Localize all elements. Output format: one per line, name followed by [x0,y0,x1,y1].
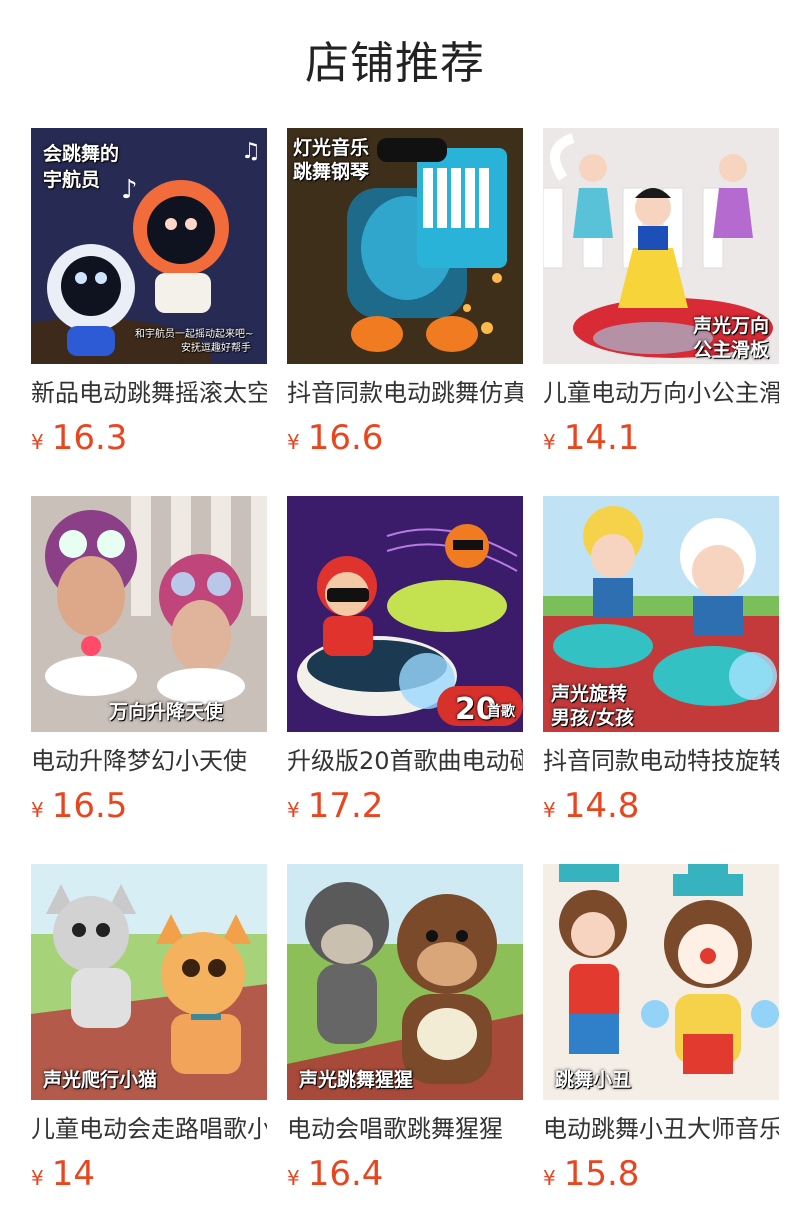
product-price: ¥15.8 [543,1154,779,1194]
price-value: 16.3 [51,418,128,458]
image-overlay-text: 声光爬行小猫 [43,1069,158,1091]
image-overlay-text: 声光旋转 [551,683,628,705]
product-price: ¥16.5 [31,786,267,826]
princess-skateboard-image[interactable]: 声光万向 公主滑板 [543,128,779,364]
piano-toy-image[interactable]: 灯光音乐 跳舞钢琴 [287,128,523,364]
product-card[interactable]: 声光爬行小猫儿童电动会走路唱歌小猫 ¥14 [31,864,267,1194]
currency-symbol: ¥ [287,1166,300,1190]
product-card[interactable]: 20首歌升级版20首歌曲电动碰碰车 ¥17.2 [287,496,523,826]
product-price: ¥16.3 [31,418,267,458]
dancing-gorilla-image[interactable]: 声光跳舞猩猩 [287,864,523,1100]
walking-cat-image[interactable]: 声光爬行小猫 [31,864,267,1100]
astronaut-toy-image[interactable]: ♪ ♫ 会跳舞的宇航员和宇航员一起摇动起来吧~ 安抚逗趣好帮手 [31,128,267,364]
product-name[interactable]: 新品电动跳舞摇滚太空人 [31,376,267,410]
product-name[interactable]: 儿童电动万向小公主滑板车 [543,376,779,410]
product-card[interactable]: 跳舞小丑电动跳舞小丑大师音乐玩具 ¥15.8 [543,864,779,1194]
image-overlay-text: 声光万向 [693,315,770,337]
product-name[interactable]: 升级版20首歌曲电动碰碰车 [287,744,523,778]
price-value: 17.2 [307,786,384,826]
image-overlay-subtext: 和宇航员一起摇动起来吧~ [135,329,254,340]
currency-symbol: ¥ [31,430,44,454]
image-overlay-text: 男孩/女孩 [551,707,634,729]
image-overlay-text: 公主滑板 [693,339,770,361]
image-overlay-text: 灯光音乐 [293,137,370,159]
product-name[interactable]: 抖音同款电动特技旋转平衡车 [543,744,779,778]
balance-car-kids-image[interactable]: 声光旋转 男孩/女孩 [543,496,779,732]
page-title: 店铺推荐 [305,38,485,89]
product-card[interactable]: ♪ ♫ 会跳舞的宇航员和宇航员一起摇动起来吧~ 安抚逗趣好帮手新品电动跳舞摇滚太空人 ¥… [31,128,267,458]
currency-symbol: ¥ [287,430,300,454]
price-value: 14.1 [563,418,640,458]
product-card[interactable]: 声光万向公主滑板儿童电动万向小公主滑板车 ¥14.1 [543,128,779,458]
price-value: 16.6 [307,418,384,458]
angel-doll-image[interactable]: 万向升降天使 [31,496,267,732]
product-name[interactable]: 电动会唱歌跳舞猩猩 [287,1112,523,1146]
currency-symbol: ¥ [543,1166,556,1190]
currency-symbol: ¥ [31,1166,44,1190]
dj-bumper-car-image[interactable]: 20 首歌 [287,496,523,732]
image-overlay-text: 会跳舞的 [43,143,120,165]
product-card[interactable]: 声光跳舞猩猩电动会唱歌跳舞猩猩 ¥16.4 [287,864,523,1194]
price-value: 15.8 [563,1154,640,1194]
product-name[interactable]: 电动升降梦幻小天使 [31,744,267,778]
svg-text:♫: ♫ [241,139,261,164]
product-price: ¥14.1 [543,418,779,458]
product-price: ¥17.2 [287,786,523,826]
price-value: 14 [51,1154,95,1194]
image-overlay-text: 声光跳舞猩猩 [299,1069,414,1091]
product-card[interactable]: 万向升降天使电动升降梦幻小天使 ¥16.5 [31,496,267,826]
price-value: 14.8 [563,786,640,826]
currency-symbol: ¥ [31,798,44,822]
product-name[interactable]: 儿童电动会走路唱歌小猫 [31,1112,267,1146]
image-overlay-text: 首歌 [487,704,515,720]
currency-symbol: ¥ [287,798,300,822]
currency-symbol: ¥ [543,430,556,454]
image-overlay-text: 跳舞小丑 [555,1069,632,1091]
dancing-clown-image[interactable]: 跳舞小丑 [543,864,779,1100]
product-name[interactable]: 电动跳舞小丑大师音乐玩具 [543,1112,779,1146]
image-overlay-text: 宇航员 [43,169,101,191]
product-card[interactable]: 灯光音乐跳舞钢琴抖音同款电动跳舞仿真钢琴 ¥16.6 [287,128,523,458]
product-price: ¥14 [31,1154,267,1194]
product-card[interactable]: 声光旋转男孩/女孩抖音同款电动特技旋转平衡车 ¥14.8 [543,496,779,826]
currency-symbol: ¥ [543,798,556,822]
price-value: 16.4 [307,1154,384,1194]
product-price: ¥16.6 [287,418,523,458]
product-price: ¥14.8 [543,786,779,826]
product-name[interactable]: 抖音同款电动跳舞仿真钢琴 [287,376,523,410]
price-value: 16.5 [51,786,128,826]
product-price: ¥16.4 [287,1154,523,1194]
svg-text:♪: ♪ [121,175,138,205]
image-overlay-text: 万向升降天使 [109,701,224,723]
image-overlay-text: 跳舞钢琴 [293,161,370,183]
image-overlay-subtext: 安抚逗趣好帮手 [181,343,251,354]
